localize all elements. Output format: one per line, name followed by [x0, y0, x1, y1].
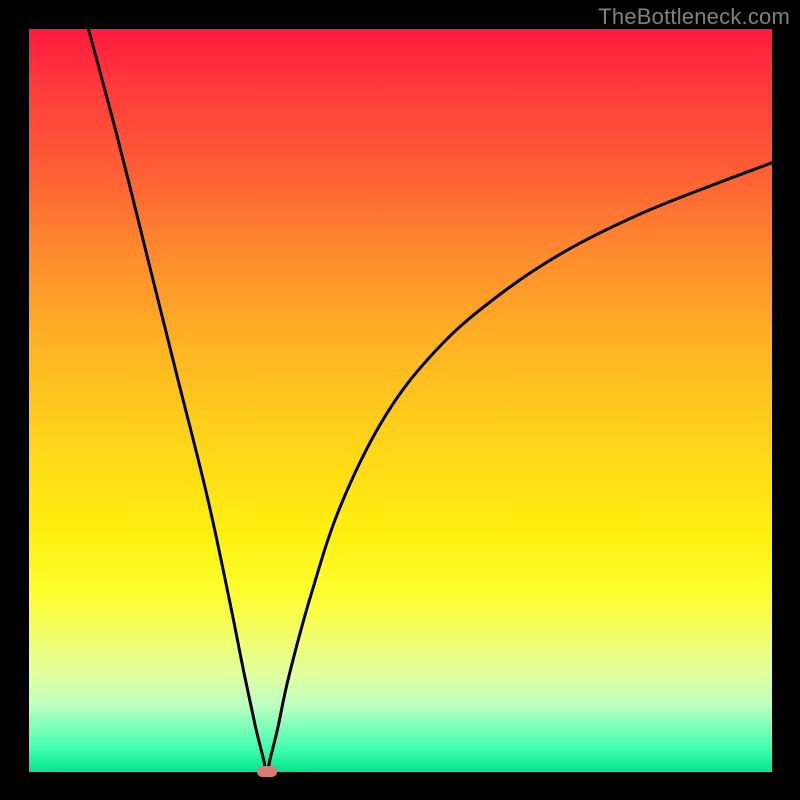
watermark-text: TheBottleneck.com [598, 4, 790, 30]
chart-frame: TheBottleneck.com [0, 0, 800, 800]
plot-area [29, 29, 772, 772]
bottleneck-point-marker [257, 766, 277, 777]
curve-svg [29, 29, 772, 772]
bottleneck-curve [88, 29, 772, 772]
